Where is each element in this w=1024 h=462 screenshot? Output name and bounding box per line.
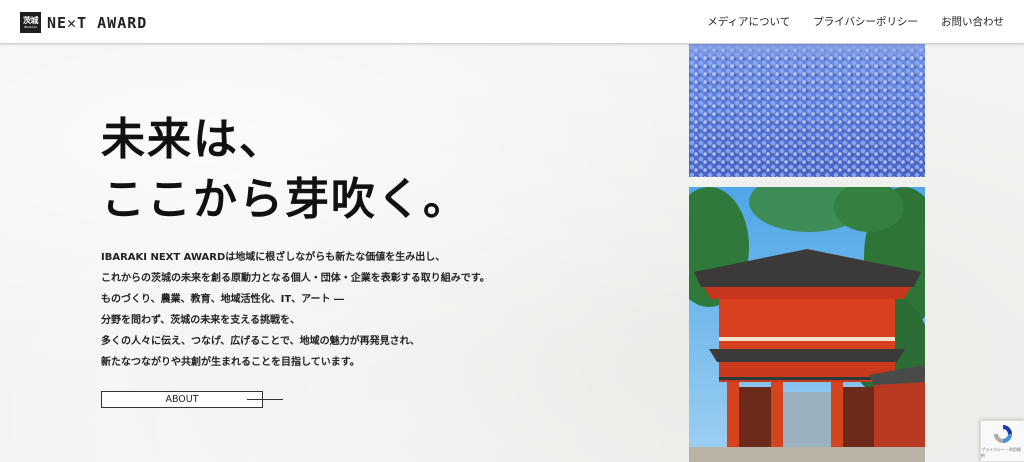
hero-description: IBARAKI NEXT AWARDは地域に根ざしながらも新たな価値を生み出し、… <box>101 247 490 373</box>
headline-line-1: 未来は、 <box>101 114 285 165</box>
about-arrow-line <box>247 399 283 400</box>
logo-sub: IBARAKI <box>23 24 38 29</box>
description-line: 新たなつながりや共創が生まれることを目指しています。 <box>101 357 360 368</box>
about-button[interactable]: ABOUT <box>101 391 263 408</box>
main-nav: メディアについて プライバシーポリシー お問い合わせ <box>707 14 1004 29</box>
nav-about-media[interactable]: メディアについて <box>707 14 790 29</box>
recaptcha-icon <box>993 425 1012 443</box>
logo-mark[interactable]: 茨城 IBARAKI <box>20 12 41 33</box>
headline-line-2: ここから芽吹く。 <box>101 174 469 225</box>
blue-flower-field-photo <box>689 44 925 177</box>
description-line: 多くの人々に伝え、つなげ、広げることで、地域の魅力が再発見され、 <box>101 336 420 347</box>
nav-contact[interactable]: お問い合わせ <box>941 14 1004 29</box>
logo-wordmark[interactable]: NE✕T AWARD <box>47 14 147 32</box>
nav-privacy-policy[interactable]: プライバシーポリシー <box>813 14 918 29</box>
recaptcha-text: プライバシー・利用規約 <box>981 447 1021 458</box>
red-shrine-gate-photo <box>689 187 925 462</box>
description-line: ものづくり、農業、教育、地域活性化、IT、アート ― <box>101 294 345 305</box>
recaptcha-badge[interactable]: プライバシー・利用規約 <box>980 420 1024 462</box>
description-line: これからの茨城の未来を創る原動力となる個人・団体・企業を表彰する取り組みです。 <box>101 273 490 284</box>
description-line: 分野を問わず、茨城の未来を支える挑戦を、 <box>101 315 300 326</box>
description-line: IBARAKI NEXT AWARDは地域に根ざしながらも新たな価値を生み出し、 <box>101 252 446 263</box>
logo-kanji: 茨城 <box>23 15 39 25</box>
site-header: 茨城 IBARAKI NE✕T AWARD メディアについて プライバシーポリシ… <box>0 0 1024 44</box>
hero-headline: 未来は、 ここから芽吹く。 <box>101 110 469 230</box>
